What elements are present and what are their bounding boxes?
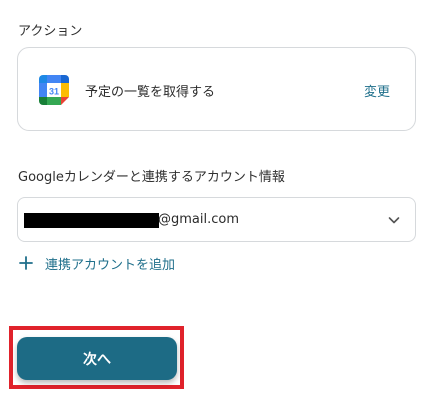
action-settings-panel: アクション 31 予定の一覧を取得する 変更 Googleカレンダーと連携するア… (0, 0, 436, 406)
action-name: 予定の一覧を取得する (85, 85, 216, 100)
change-action-link[interactable]: 変更 (364, 81, 390, 100)
plus-icon (19, 256, 33, 270)
chevron-down-icon (388, 217, 400, 224)
redacted-email-prefix (24, 213, 159, 228)
add-linked-account-button[interactable]: 連携アカウントを追加 (19, 253, 175, 273)
next-button-label: 次へ (83, 351, 111, 368)
account-section-label: Googleカレンダーと連携するアカウント情報 (18, 170, 285, 185)
action-card: 31 予定の一覧を取得する 変更 (17, 47, 416, 131)
account-select-value: @gmail.com (158, 212, 240, 227)
next-button[interactable]: 次へ (17, 337, 177, 380)
account-select[interactable]: @gmail.com (17, 197, 416, 242)
google-calendar-icon: 31 (39, 75, 69, 105)
action-section-label: アクション (18, 24, 83, 39)
add-account-label: 連携アカウントを追加 (45, 257, 176, 273)
gcal-day-number: 31 (49, 87, 59, 97)
